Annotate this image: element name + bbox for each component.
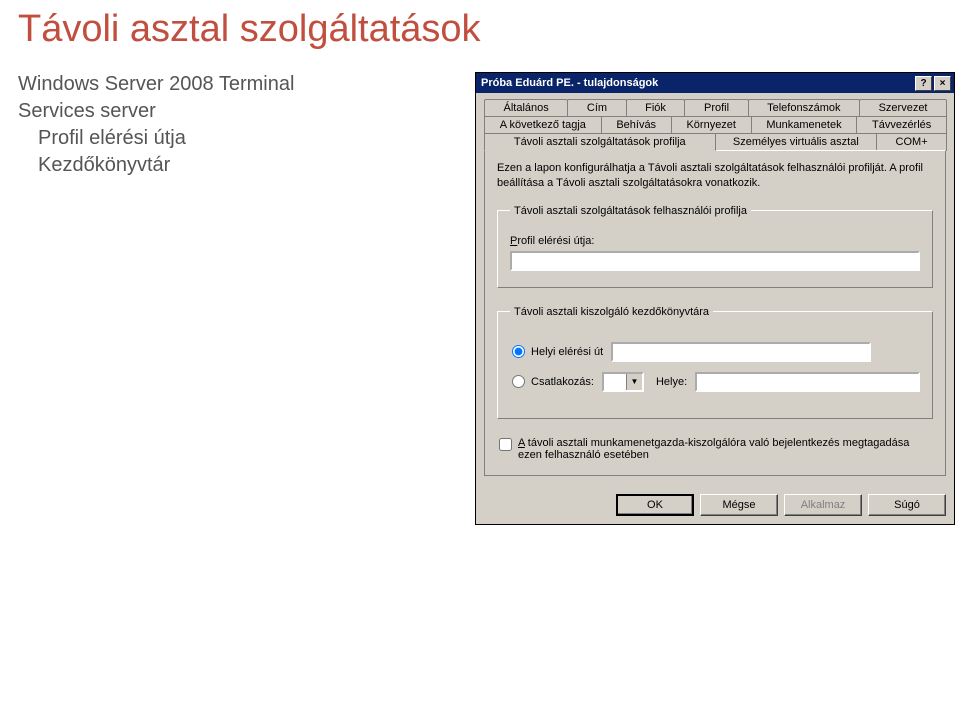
drive-letter-combo[interactable]: ▼ — [602, 372, 644, 392]
properties-dialog: Próba Eduárd PE. - tulajdonságok ? × Ált… — [475, 72, 955, 525]
titlebar-text: Próba Eduárd PE. - tulajdonságok — [481, 77, 658, 89]
tab-remotecontrol[interactable]: Távvezérlés — [856, 116, 947, 133]
radio-local-path-label: Helyi elérési út — [531, 346, 603, 358]
tab-address[interactable]: Cím — [567, 99, 626, 116]
tab-environment[interactable]: Környezet — [671, 116, 752, 133]
button-bar: OK Mégse Alkalmaz Súgó — [476, 486, 954, 524]
apply-button[interactable]: Alkalmaz — [784, 494, 862, 516]
tab-complus[interactable]: COM+ — [876, 133, 947, 151]
titlebar[interactable]: Próba Eduárd PE. - tulajdonságok ? × — [476, 73, 954, 93]
tab-account[interactable]: Fiók — [626, 99, 686, 116]
group-user-profile: Távoli asztali szolgáltatások felhasznál… — [497, 205, 933, 288]
help-button[interactable]: Súgó — [868, 494, 946, 516]
help-icon[interactable]: ? — [915, 76, 932, 91]
ok-button[interactable]: OK — [616, 494, 694, 516]
network-path-input[interactable] — [695, 372, 920, 392]
tab-rds-profile[interactable]: Távoli asztali szolgáltatások profilja — [484, 133, 716, 151]
group-home-folder-legend: Távoli asztali kiszolgáló kezdőkönyvtára — [510, 306, 713, 318]
tab-organization[interactable]: Szervezet — [859, 99, 947, 116]
tab-sessions[interactable]: Munkamenetek — [751, 116, 858, 133]
radio-local-path[interactable] — [512, 345, 525, 358]
profile-path-label: PProfil elérési útja:rofil elérési útja: — [510, 235, 920, 247]
group-home-folder: Távoli asztali kiszolgáló kezdőkönyvtára… — [497, 306, 933, 419]
tab-dialin[interactable]: Behívás — [601, 116, 672, 133]
radio-connect[interactable] — [512, 375, 525, 388]
tabstrip: Általános Cím Fiók Profil Telefonszámok … — [484, 99, 946, 151]
place-label: Helye: — [656, 376, 687, 388]
page-title: Távoli asztal szolgáltatások — [18, 8, 960, 51]
tab-telephones[interactable]: Telefonszámok — [748, 99, 860, 116]
radio-connect-label: Csatlakozás: — [531, 376, 594, 388]
tab-general[interactable]: Általános — [484, 99, 568, 116]
deny-logon-row: A távoli asztali munkamenetgazda-kiszolg… — [497, 437, 933, 461]
tab-personal-vdesktop[interactable]: Személyes virtuális asztal — [715, 133, 878, 151]
deny-logon-checkbox[interactable] — [499, 438, 512, 451]
profile-path-input[interactable] — [510, 251, 920, 271]
local-path-input[interactable] — [611, 342, 871, 362]
group-user-profile-legend: Távoli asztali szolgáltatások felhasznál… — [510, 205, 751, 217]
tab-panel: Ezen a lapon konfigurálhatja a Távoli as… — [484, 150, 946, 476]
radio-row-connect: Csatlakozás: ▼ Helye: — [510, 372, 920, 392]
tab-memberof[interactable]: A következő tagja — [484, 116, 602, 133]
chevron-down-icon[interactable]: ▼ — [626, 374, 642, 390]
radio-row-local: Helyi elérési út — [510, 342, 920, 362]
cancel-button[interactable]: Mégse — [700, 494, 778, 516]
tab-profile[interactable]: Profil — [684, 99, 748, 116]
tab-description: Ezen a lapon konfigurálhatja a Távoli as… — [497, 161, 933, 191]
drive-letter-input[interactable] — [604, 374, 626, 390]
deny-logon-label: A távoli asztali munkamenetgazda-kiszolg… — [518, 437, 933, 461]
close-icon[interactable]: × — [934, 76, 951, 91]
